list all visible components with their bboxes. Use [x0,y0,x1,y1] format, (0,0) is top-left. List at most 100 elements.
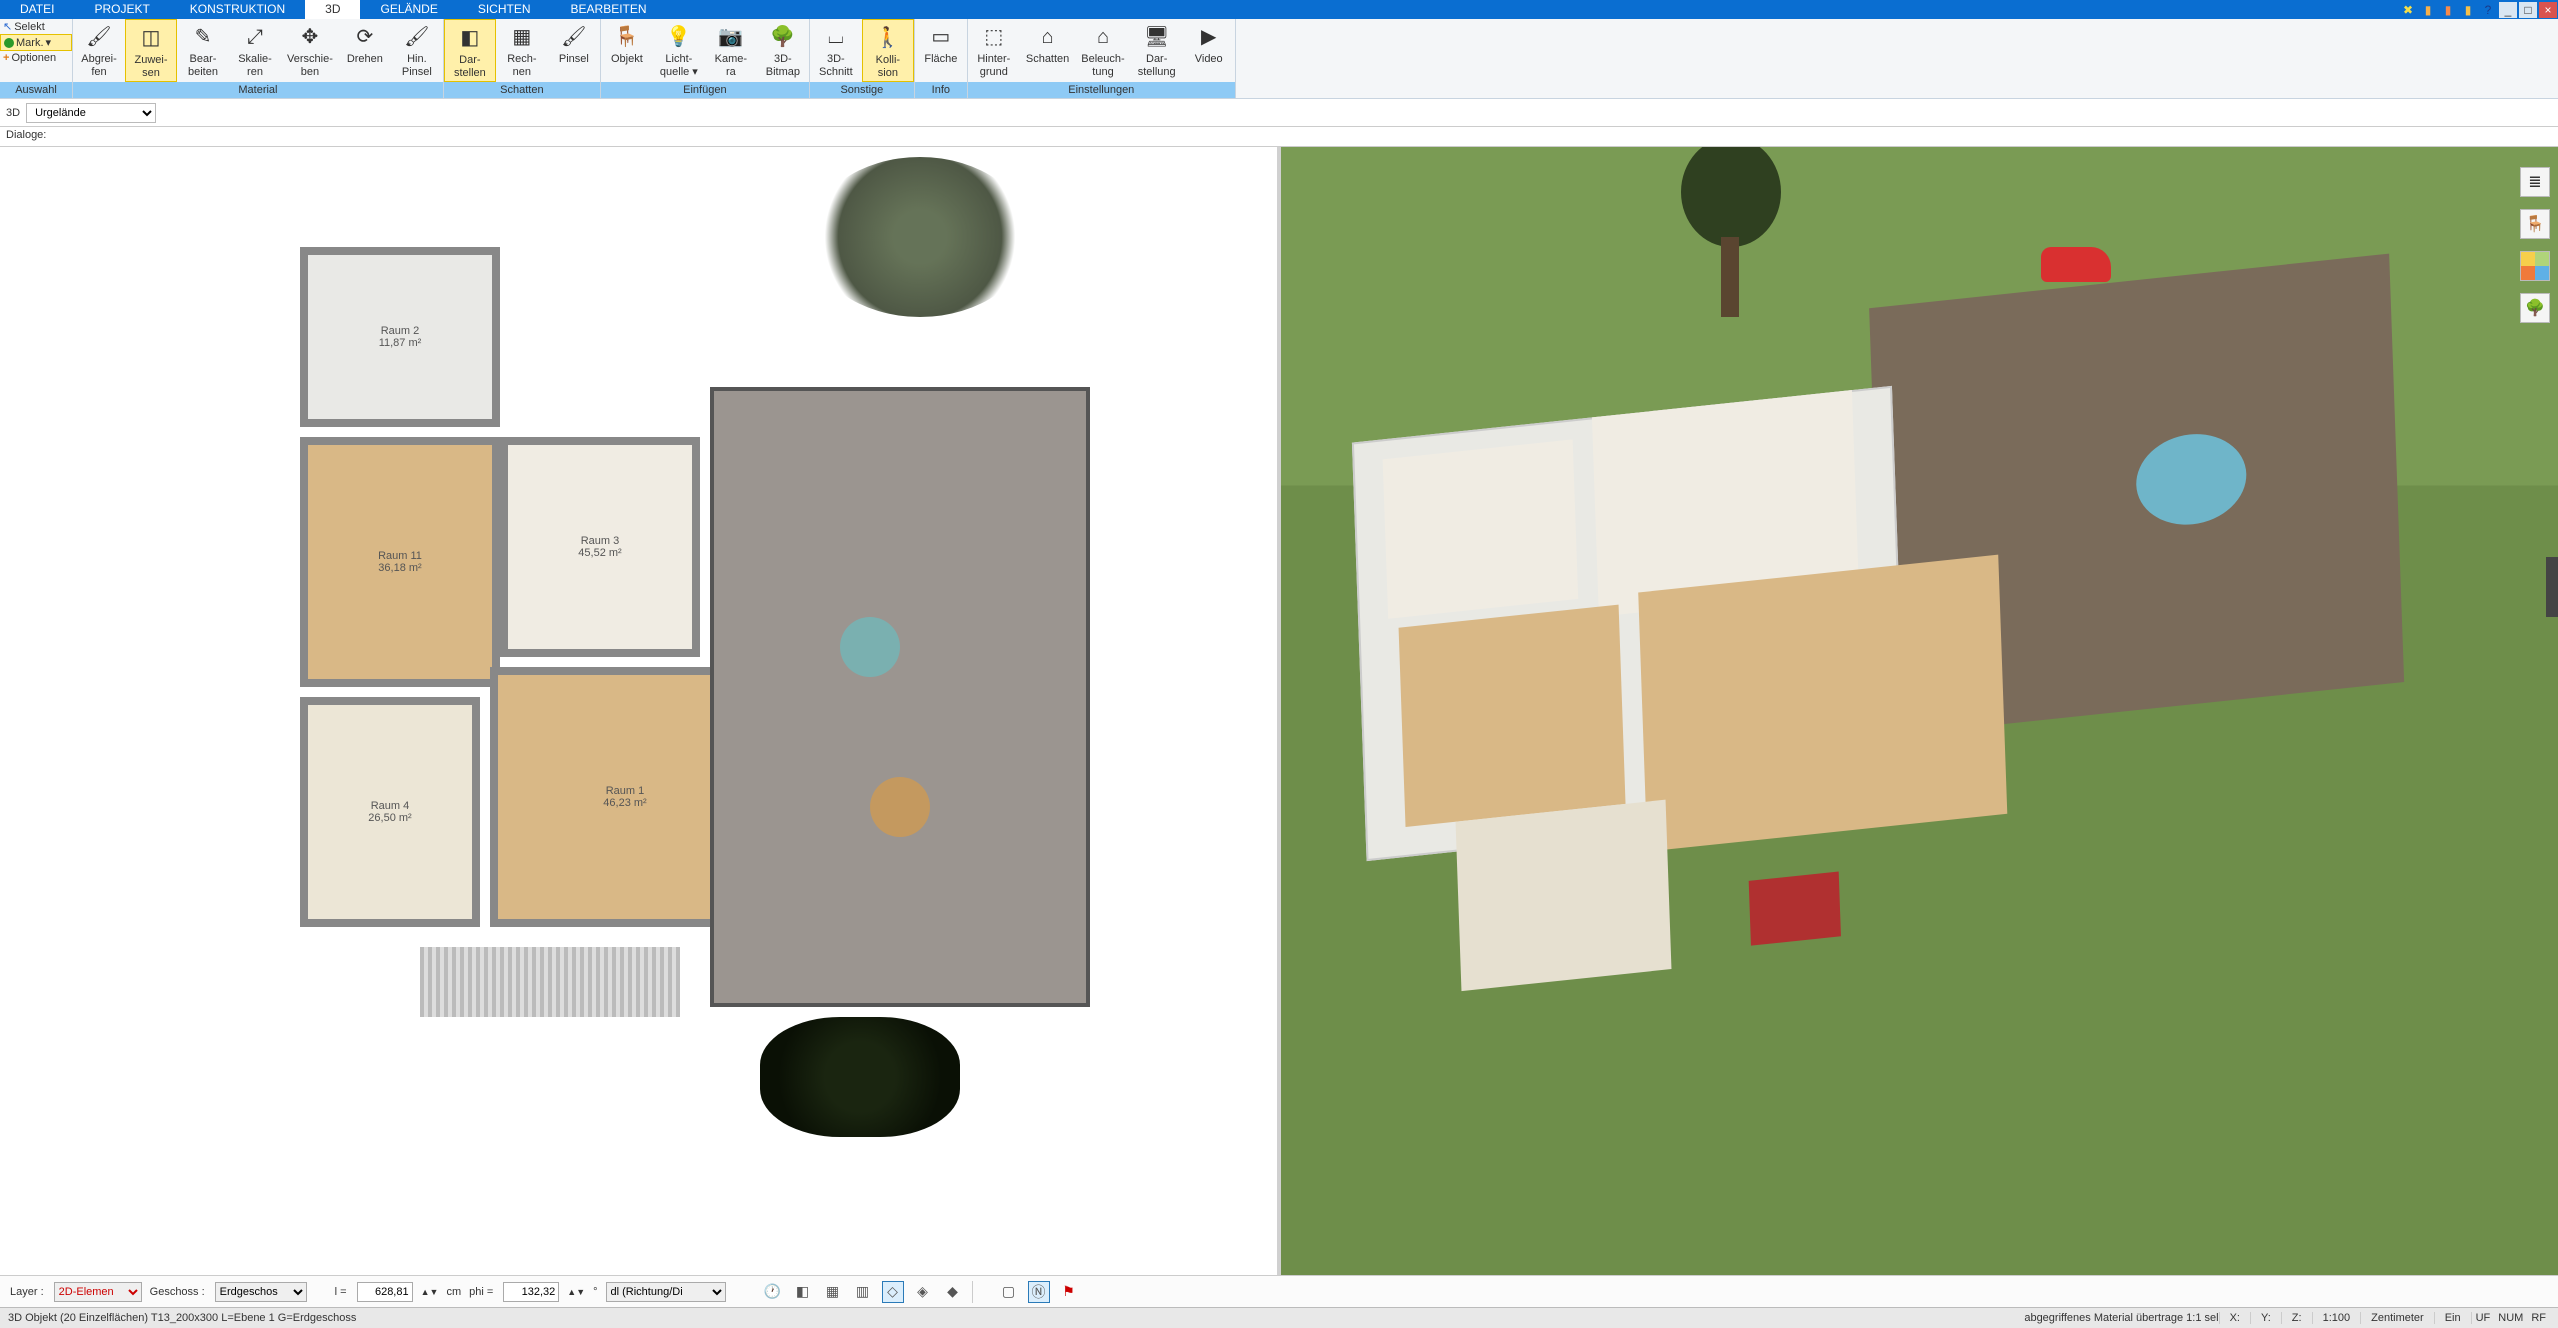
menu-sichten[interactable]: SICHTEN [458,0,551,19]
mark-tool[interactable]: Mark. ▾ [0,34,72,51]
dialoge-bar: Dialoge: [0,127,2558,147]
ribbon-group: 🪑Objekt💡Licht-quelle ▾📷Kame-ra 🌳 3D-Bitmap… [601,19,810,98]
menubar: DATEI PROJEKT KONSTRUKTION 3D GELÄNDE SI… [0,0,2558,19]
menu-datei[interactable]: DATEI [0,0,74,19]
bearbeiten-button[interactable]: ✎Bear-beiten [177,19,229,82]
dl-select[interactable]: dl (Richtung/Di [606,1282,726,1302]
drehen-button[interactable]: ⟳ Drehen [339,19,391,82]
schatten-einst-button[interactable]: ⌂Schatten [1020,19,1075,82]
ribbon-group-label: Schatten [444,82,600,98]
3d-bitmap-button[interactable]: 🌳 3D-Bitmap [757,19,809,82]
video-button[interactable]: ▶Video [1183,19,1235,82]
minimize-button[interactable]: _ [2499,2,2517,18]
bt-tool-icon[interactable]: ⚑ [1058,1281,1080,1303]
view-2d[interactable]: Raum 2 11,87 m² Raum 11 36,18 m² Raum 3 … [0,147,1281,1275]
ribbon-btn-label: Bitmap [766,66,800,79]
ribbon-btn-label: Fläche [924,53,957,66]
kollision-button[interactable]: 🚶Kolli-sion [862,19,914,82]
status-left: 3D Objekt (20 Einzelflächen) T13_200x300… [8,1312,356,1324]
abgreifen-button[interactable]: 🖌Abgrei-fen [73,19,125,82]
ribbon-btn-label: Drehen [347,53,383,66]
menu-konstruktion[interactable]: KONSTRUKTION [170,0,305,19]
zuweisen-button[interactable]: ◫Zuwei-sen [125,19,177,82]
beleuchtung-button[interactable]: ⌂Beleuch-tung [1075,19,1130,82]
pinsel-icon: 🖌 [558,23,590,51]
ribbon-group-label: Einstellungen [968,82,1235,98]
ribbon-btn-label: quelle ▾ [660,66,698,79]
verschieben-button[interactable]: ✥Verschie-ben [281,19,339,82]
bt-tool-icon[interactable]: Ⓝ [1028,1281,1050,1303]
optionen-tool[interactable]: +Optionen [0,51,72,65]
room-4[interactable]: Raum 4 26,50 m² [300,697,480,927]
phi-label: phi = [469,1286,493,1298]
pinsel-button[interactable]: 🖌Pinsel [548,19,600,82]
bt-tool-icon[interactable]: ◇ [882,1281,904,1303]
abgreifen-icon: 🖌 [83,23,115,51]
menu-projekt[interactable]: PROJEKT [74,0,169,19]
close-button[interactable]: × [2539,2,2557,18]
bt-tool-icon[interactable]: ▦ [822,1281,844,1303]
hin-pinsel-button[interactable]: 🖌Hin.Pinsel [391,19,443,82]
kamera-button[interactable]: 📷Kame-ra [705,19,757,82]
flaeche-button[interactable]: ▭Fläche [915,19,967,82]
bt-tool-icon[interactable]: ▢ [998,1281,1020,1303]
view-3d[interactable]: ≣ 🪑 🌳 [1281,147,2558,1275]
plant-icon[interactable]: 🌳 [2520,293,2550,323]
phi-input[interactable] [503,1282,559,1302]
3d-bitmap-icon: 🌳 [767,23,799,51]
status-num: NUM [2494,1312,2527,1324]
ribbon-group-label: Material [73,82,443,98]
3d-schnitt-button[interactable]: ⌴3D-Schnitt [810,19,862,82]
titlebar-tool-icon[interactable]: ▮ [2439,2,2457,18]
rechnen-button[interactable]: ▦Rech-nen [496,19,548,82]
bt-tool-icon[interactable]: ◈ [912,1281,934,1303]
ribbon-btn-label: nen [513,66,531,79]
objekt-button[interactable]: 🪑Objekt [601,19,653,82]
ribbon-group-label: Sonstige [810,82,914,98]
bt-tool-icon[interactable]: ◆ [942,1281,964,1303]
length-input[interactable] [357,1282,413,1302]
bt-tool-icon[interactable]: ◧ [792,1281,814,1303]
darstellung-button[interactable]: 🖥Dar-stellung [1131,19,1183,82]
ribbon-btn-label: 3D- [774,53,792,66]
room-area: 26,50 m² [368,812,411,824]
hintergrund-button[interactable]: ⬚Hinter-grund [968,19,1020,82]
window-controls: ✖ ▮ ▮ ▮ ? _ □ × [2398,0,2558,19]
selekt-tool[interactable]: ↖Selekt [0,19,72,34]
skalieren-button[interactable]: ⤢Skalie-ren [229,19,281,82]
help-icon[interactable]: ? [2479,2,2497,18]
titlebar-tool-icon[interactable]: ✖ [2399,2,2417,18]
view-dropdown[interactable]: Urgelände [26,103,156,123]
side-panel-toggle[interactable] [2546,557,2558,617]
ribbon-btn-label: Dar- [459,54,480,67]
terrace[interactable] [710,387,1090,1007]
ribbon-group: 🖌Abgrei-fen◫Zuwei-sen✎Bear-beiten⤢Skalie… [73,19,444,98]
status-center: abgegriffenes Material übertrage 1:1 sel [2024,1312,2218,1324]
drehen-icon: ⟳ [349,23,381,51]
room-label: Raum 11 [378,550,422,562]
room-11[interactable]: Raum 11 36,18 m² [300,437,500,687]
menu-3d[interactable]: 3D [305,0,360,19]
material-swatch-icon[interactable] [2520,251,2550,281]
ribbon-group-label: Einfügen [601,82,809,98]
furniture-icon[interactable]: 🪑 [2520,209,2550,239]
geschoss-select[interactable]: Erdgeschos [215,1282,307,1302]
bt-tool-icon[interactable]: ▥ [852,1281,874,1303]
ribbon-btn-label: Abgrei- [81,53,116,66]
dialoge-label: Dialoge: [6,129,46,141]
lichtquelle-button[interactable]: 💡Licht-quelle ▾ [653,19,705,82]
status-uf: UF [2471,1312,2495,1324]
table-icon [870,777,930,837]
room-3[interactable]: Raum 3 45,52 m² [500,437,700,657]
room-2[interactable]: Raum 2 11,87 m² [300,247,500,427]
ribbon-btn-label: stellung [1138,66,1176,79]
maximize-button[interactable]: □ [2519,2,2537,18]
titlebar-tool-icon[interactable]: ▮ [2419,2,2437,18]
layer-select[interactable]: 2D-Elemen [54,1282,142,1302]
clock-icon[interactable]: 🕐 [762,1281,784,1303]
layers-icon[interactable]: ≣ [2520,167,2550,197]
titlebar-tool-icon[interactable]: ▮ [2459,2,2477,18]
darstellen-button[interactable]: ◧Dar-stellen [444,19,496,82]
menu-gelaende[interactable]: GELÄNDE [360,0,457,19]
menu-bearbeiten[interactable]: BEARBEITEN [551,0,667,19]
